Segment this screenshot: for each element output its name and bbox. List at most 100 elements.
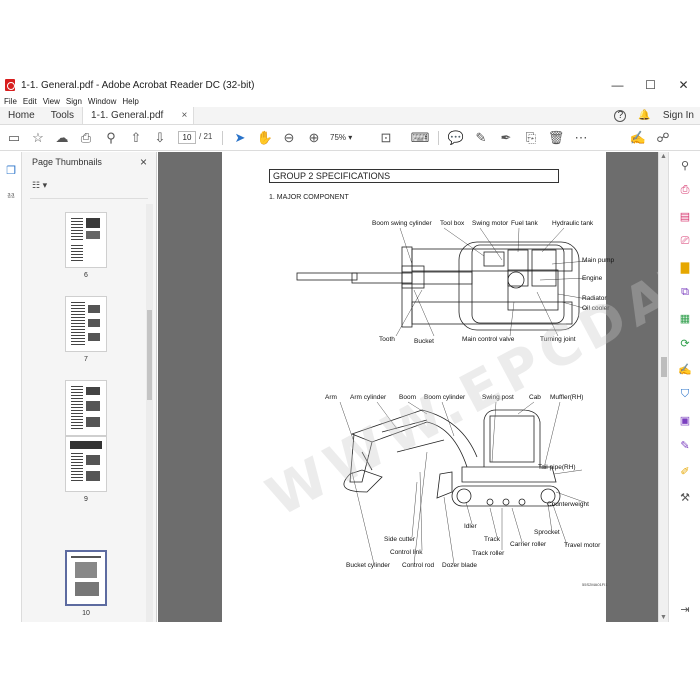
fit-page-icon[interactable]: ⊡ — [378, 130, 394, 146]
scroll-up-icon[interactable]: ▲ — [660, 153, 667, 160]
menu-view[interactable]: View — [43, 97, 60, 106]
scroll-down-icon[interactable]: ▼ — [660, 614, 667, 621]
menu-sign[interactable]: Sign — [66, 97, 82, 106]
previous-page-icon[interactable]: ⇧ — [128, 130, 144, 146]
menu-window[interactable]: Window — [88, 97, 116, 106]
thumbnail-label: 9 — [84, 496, 88, 503]
label-bucket: Bucket — [414, 338, 434, 345]
main-toolbar: ▭ ☆ ☁ ⎙ ⚲ ⇧ ⇩ 10 / 21 ➤ ✋ ⊖ ⊕ 75% ▾ ⊡ ⌨ … — [0, 125, 700, 151]
document-scrollbar[interactable]: ▲ ▼ — [658, 152, 668, 622]
stamp-icon[interactable]: ⎘ — [523, 130, 539, 146]
label-carrier-roller: Carrier roller — [510, 541, 547, 548]
page-thumbnail-8[interactable] — [65, 380, 107, 436]
close-panel-icon[interactable]: × — [140, 155, 147, 169]
thumbnail-label: 6 — [84, 272, 88, 279]
prepare-form-icon[interactable]: ▣ — [678, 413, 692, 427]
tab-tools[interactable]: Tools — [43, 107, 82, 124]
share-link-icon[interactable]: ☍ — [655, 130, 671, 146]
thumbnail-options-dropdown[interactable]: ☷ ▾ — [32, 180, 47, 191]
page-number-input[interactable]: 10 — [178, 131, 196, 144]
sign-pen-icon[interactable]: ✍ — [630, 130, 646, 146]
label-tooth: Tooth — [379, 336, 395, 343]
save-icon[interactable]: ▭ — [6, 130, 22, 146]
keyboard-scroll-icon[interactable]: ⌨ — [411, 130, 430, 146]
page-thumbnail-7[interactable] — [65, 296, 107, 352]
close-window-button[interactable]: ✕ — [667, 75, 700, 95]
help-icon[interactable]: ? — [614, 109, 627, 122]
label-side-cutter: Side cutter — [384, 536, 416, 543]
label-arm: Arm — [325, 394, 337, 401]
delete-trash-icon[interactable]: 🗑 — [548, 130, 565, 146]
search-document-icon[interactable]: ⚲ — [678, 158, 692, 172]
document-scroll-thumb[interactable] — [661, 357, 667, 377]
document-viewer[interactable]: GROUP 2 SPECIFICATIONS 1. MAJOR COMPONEN… — [158, 136, 700, 622]
search-icon[interactable]: ⚲ — [103, 130, 119, 146]
page-count: / 21 — [199, 132, 212, 141]
thumbnails-scroll-thumb[interactable] — [147, 310, 152, 400]
maximize-button[interactable]: ☐ — [634, 75, 667, 95]
protect-shield-icon[interactable]: ⛉ — [678, 387, 692, 401]
label-tail-pipe: Tail pipe(RH) — [538, 464, 576, 471]
edit-pdf-icon[interactable]: ⎚ — [678, 234, 692, 248]
panel-divider — [30, 198, 148, 199]
tab-home[interactable]: Home — [0, 107, 43, 124]
attachments-paperclip-icon[interactable]: ⎂ — [5, 190, 17, 202]
window-title: 1-1. General.pdf - Adobe Acrobat Reader … — [21, 79, 255, 91]
label-control-link: Control link — [390, 549, 423, 556]
menu-file[interactable]: File — [4, 97, 17, 106]
comment-tool-icon[interactable]: ▇ — [678, 260, 692, 274]
page-separator: / — [199, 132, 202, 141]
right-tools-rail: ⚲ ⎙ ▤ ⎚ ▇ ⧉ ▦ ⟳ ✍ ⛉ ▣ ✎ ✐ ⚒ ⇥ — [668, 152, 700, 622]
upload-cloud-icon[interactable]: ☁ — [54, 130, 70, 146]
thumbnails-scrollbar[interactable] — [146, 204, 153, 622]
label-boom: Boom — [399, 394, 416, 401]
label-track: Track — [484, 536, 501, 543]
sign-in-button[interactable]: Sign In — [663, 110, 694, 121]
page-thumbnail-9[interactable] — [65, 436, 107, 492]
send-for-signature-icon[interactable]: ✎ — [678, 438, 692, 452]
next-page-icon[interactable]: ⇩ — [152, 130, 168, 146]
print-icon[interactable]: ⎙ — [78, 130, 94, 146]
collapse-pane-icon[interactable]: ⇥ — [678, 602, 692, 616]
label-radiator: Radiator — [582, 295, 607, 302]
label-boom-swing-cylinder: Boom swing cylinder — [372, 220, 432, 227]
request-signature-icon[interactable]: ✐ — [678, 464, 692, 478]
minimize-button[interactable]: — — [601, 75, 634, 95]
total-pages: 21 — [203, 132, 213, 141]
tab-document[interactable]: 1-1. General.pdf × — [82, 107, 195, 124]
create-pdf-icon[interactable]: ▤ — [678, 209, 692, 223]
window-controls: — ☐ ✕ — [601, 75, 700, 95]
bookmark-star-icon[interactable]: ☆ — [30, 130, 46, 146]
comment-icon[interactable]: 💬 — [448, 130, 464, 146]
label-control-rod: Control rod — [402, 562, 435, 569]
highlight-pen-icon[interactable]: ✎ — [473, 130, 489, 146]
label-swing-post: Swing post — [482, 394, 514, 401]
zoom-in-icon[interactable]: ⊕ — [306, 130, 322, 146]
draw-pen-icon[interactable]: ✒ — [498, 130, 514, 146]
compress-pdf-icon[interactable]: ⟳ — [678, 336, 692, 350]
label-hydraulic-tank: Hydraulic tank — [552, 220, 594, 227]
menu-bar: File Edit View Sign Window Help — [0, 95, 700, 107]
page-thumbnails-icon[interactable]: ❐ — [5, 164, 17, 177]
zoom-out-icon[interactable]: ⊖ — [281, 130, 297, 146]
page-thumbnail-10[interactable] — [65, 550, 107, 606]
bell-icon[interactable]: 🔔 — [638, 110, 650, 121]
export-pdf-icon[interactable]: ⎙ — [678, 183, 692, 197]
more-tools-icon[interactable]: ⚒ — [678, 490, 692, 504]
close-tab-icon[interactable]: × — [181, 110, 187, 121]
select-cursor-icon[interactable]: ➤ — [232, 130, 248, 146]
thumbnail-label-selected: 10 — [82, 610, 90, 617]
more-options-icon[interactable]: ⋯ — [573, 130, 589, 146]
organize-pages-icon[interactable]: ▦ — [678, 311, 692, 325]
label-oil-cooler: Oil cooler — [582, 305, 610, 312]
zoom-level-select[interactable]: 75% ▾ — [330, 131, 362, 144]
menu-help[interactable]: Help — [122, 97, 138, 106]
menu-edit[interactable]: Edit — [23, 97, 37, 106]
label-engine: Engine — [582, 275, 603, 282]
page-thumbnail-6[interactable] — [65, 212, 107, 268]
fill-sign-icon[interactable]: ✍ — [678, 362, 692, 376]
hand-tool-icon[interactable]: ✋ — [257, 130, 273, 146]
label-travel-motor: Travel motor — [564, 542, 601, 549]
combine-files-icon[interactable]: ⧉ — [678, 285, 692, 299]
pdf-app-icon — [5, 79, 15, 91]
